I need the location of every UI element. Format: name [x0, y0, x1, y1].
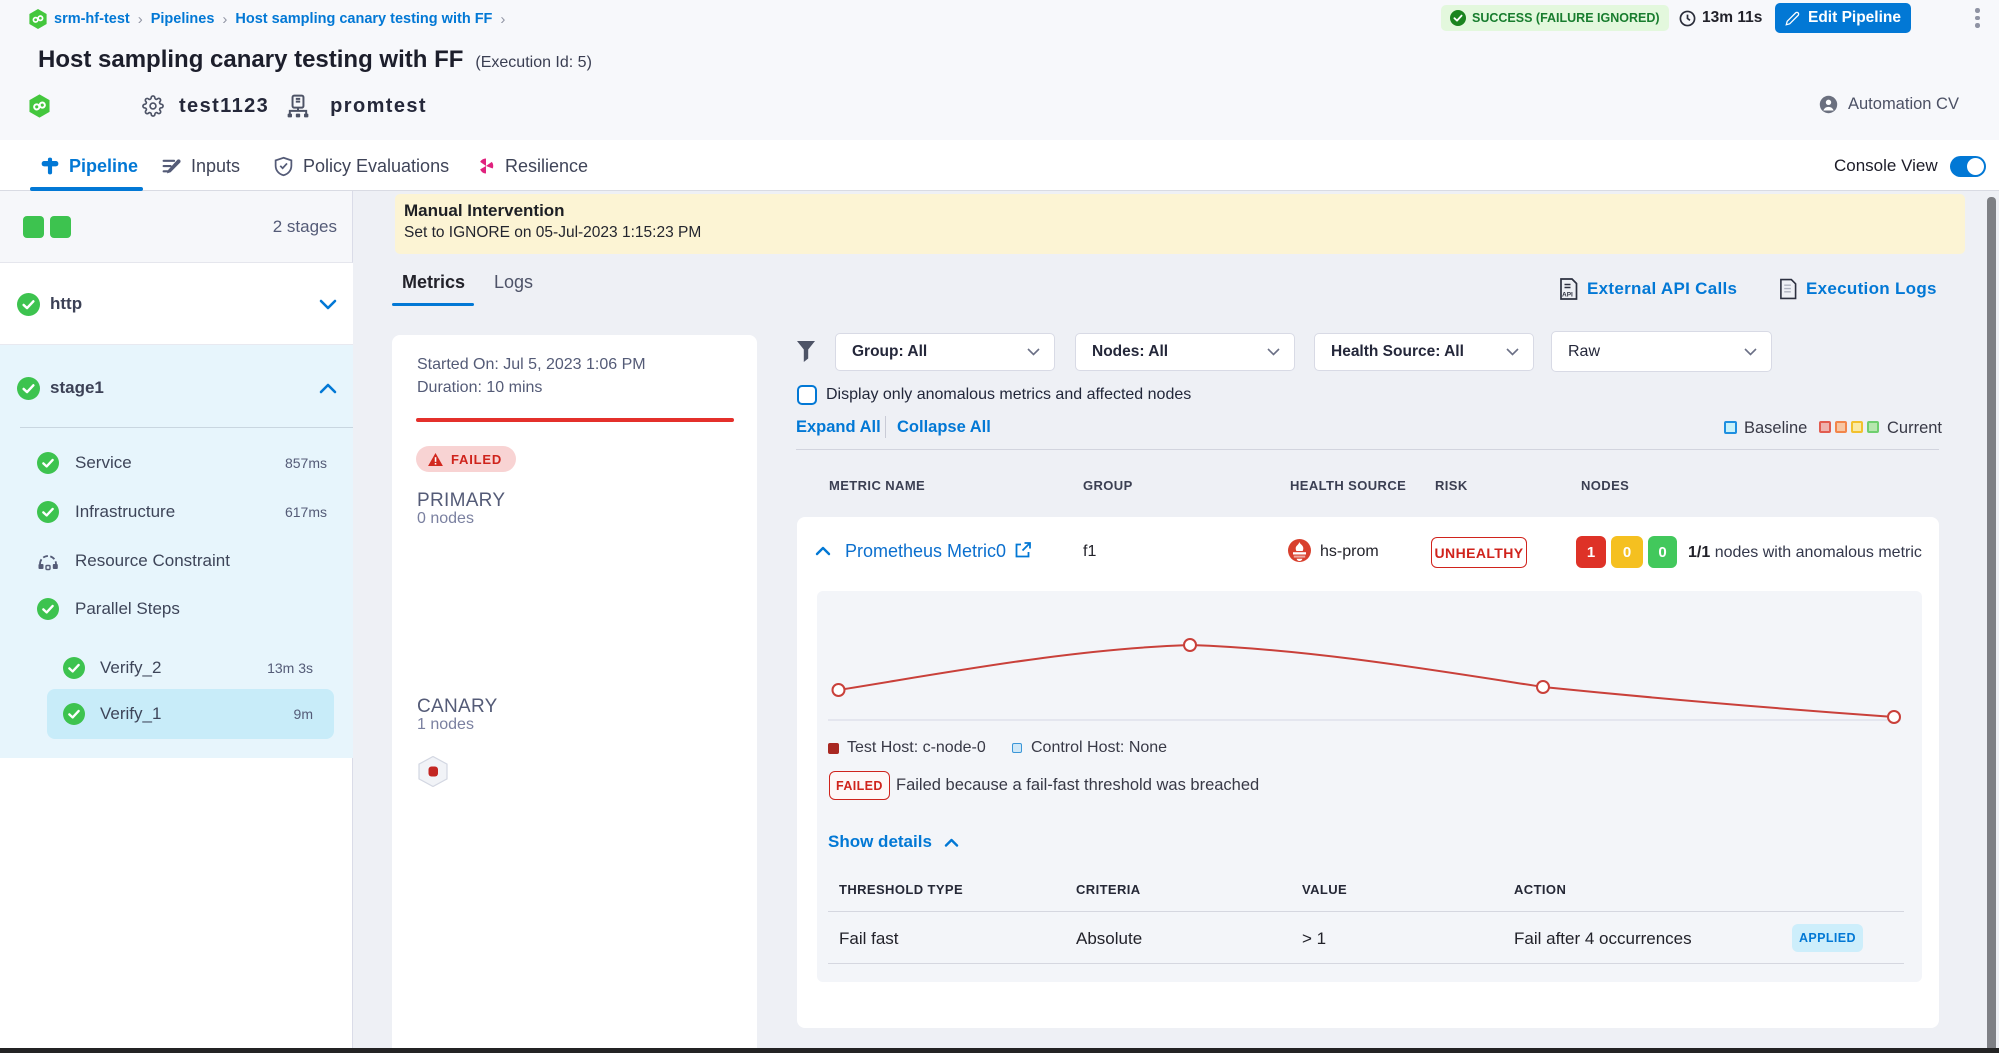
svg-text:API: API [1562, 292, 1573, 299]
